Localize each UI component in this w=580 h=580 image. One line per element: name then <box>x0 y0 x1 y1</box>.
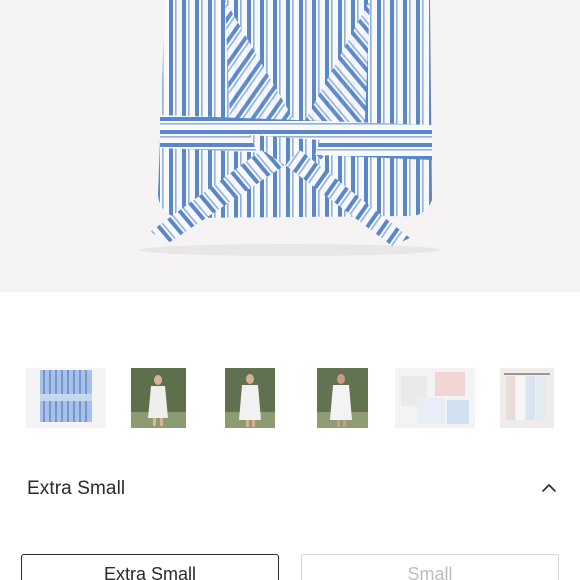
size-option-small[interactable]: Small <box>301 554 559 580</box>
size-option-extra-small[interactable]: Extra Small <box>21 554 279 580</box>
chevron-up-icon[interactable] <box>541 482 557 494</box>
product-main-image[interactable] <box>0 0 580 292</box>
selected-size-label: Extra Small <box>27 478 126 499</box>
thumbnail-robes-rack[interactable] <box>500 368 554 428</box>
robe-image <box>140 0 440 256</box>
size-accordion-header[interactable]: Extra Small <box>0 466 580 512</box>
thumbnail-strip <box>0 368 580 428</box>
thumbnail-robe-model-standing[interactable] <box>225 368 275 428</box>
thumbnail-robe-model-front[interactable] <box>131 368 186 428</box>
thumbnail-robe-model-side[interactable] <box>317 368 368 428</box>
thumbnail-robes-colors[interactable] <box>395 368 475 428</box>
thumbnail-robe-folded[interactable] <box>26 368 106 428</box>
